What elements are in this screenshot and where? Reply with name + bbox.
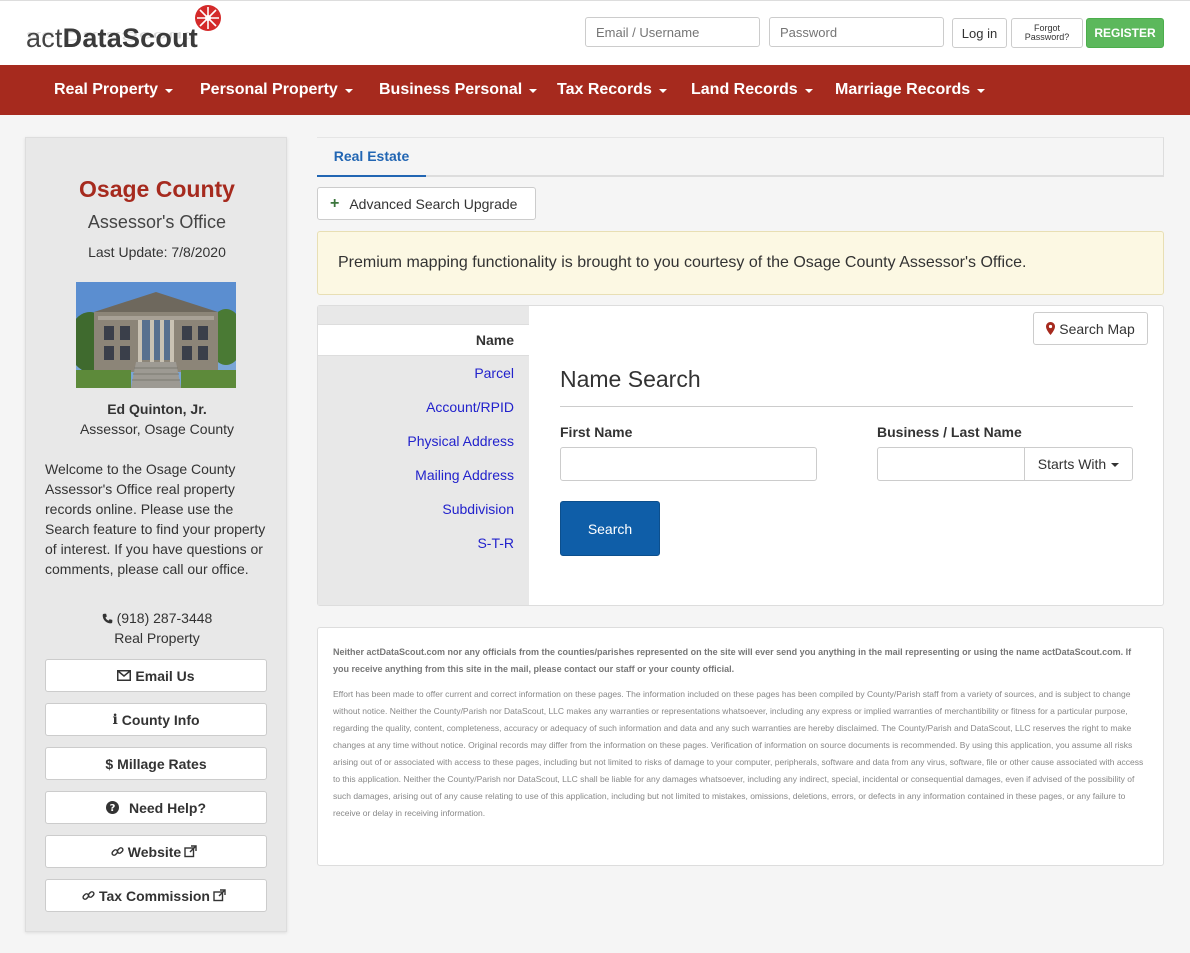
form-title: Name Search	[560, 366, 701, 392]
button-label: Email Us	[135, 667, 195, 684]
nav-real-property[interactable]: Real Property	[54, 65, 174, 115]
search-button[interactable]: Search	[560, 501, 660, 556]
nav-label: Real Property	[54, 81, 159, 98]
tabs-bar	[317, 137, 1164, 175]
external-link-icon	[184, 845, 197, 858]
first-name-input[interactable]	[560, 447, 817, 481]
info-icon: i	[112, 711, 118, 728]
nav-personal-property[interactable]: Personal Property	[200, 65, 353, 115]
button-label: County Info	[121, 711, 200, 728]
assessor-name: Ed Quinton, Jr.	[107, 401, 207, 417]
tab-real-estate[interactable]: Real Estate	[317, 137, 426, 177]
main-navbar: Real Property Personal Property Business…	[0, 65, 1190, 115]
envelope-icon	[117, 670, 132, 681]
external-link-icon	[213, 889, 226, 902]
tax-commission-button[interactable]: Tax Commission	[45, 879, 267, 912]
caret-down-icon	[977, 89, 986, 93]
phone-number[interactable]: (918) 287-3448	[26, 610, 288, 626]
link-icon	[82, 889, 95, 902]
button-label: Need Help?	[128, 799, 206, 816]
premium-mapping-alert: Premium mapping functionality is brought…	[317, 231, 1164, 295]
register-button[interactable]: REGISTER	[1086, 18, 1164, 48]
welcome-text: Welcome to the Osage County Assessor's O…	[45, 461, 266, 577]
search-tab-mailing-address[interactable]: Mailing Address	[318, 459, 529, 491]
phone-text: (918) 287-3448	[116, 610, 213, 626]
phone-icon	[102, 613, 112, 624]
button-label: Advanced Search Upgrade	[349, 195, 518, 212]
email-input[interactable]	[585, 17, 760, 47]
search-map-button[interactable]: Search Map	[1033, 312, 1148, 345]
button-label: Millage Rates	[117, 755, 207, 772]
phone-label: Real Property	[114, 630, 200, 646]
millage-rates-button[interactable]: $ Millage Rates	[45, 747, 267, 780]
advanced-search-upgrade-button[interactable]: + Advanced Search Upgrade	[317, 187, 536, 220]
alert-text: Premium mapping functionality is brought…	[338, 254, 1027, 271]
last-name-input[interactable]	[877, 447, 1025, 481]
button-label: Search Map	[1059, 320, 1135, 337]
form-divider	[560, 406, 1133, 407]
actdatascout-logo[interactable]: actDataScout actDataScout	[26, 5, 226, 59]
caret-down-icon	[804, 89, 813, 93]
county-name: Osage County	[79, 176, 235, 202]
record-type-tabs: Real Estate	[317, 137, 1164, 177]
last-name-label: Business / Last Name	[877, 424, 1022, 440]
logo-burst-icon	[195, 5, 221, 31]
forgot-line2: Password?	[1024, 32, 1070, 42]
header: actDataScout actDataScout Log in ForgotP…	[0, 0, 1190, 65]
search-type-tabs: Name Parcel Account/RPID Physical Addres…	[318, 306, 529, 605]
svg-text:?: ?	[110, 803, 116, 814]
email-us-button[interactable]: Email Us	[45, 659, 267, 692]
website-button[interactable]: Website	[45, 835, 267, 868]
nav-marriage-records[interactable]: Marriage Records	[835, 65, 986, 115]
caret-down-icon	[165, 89, 174, 93]
nav-label: Personal Property	[200, 81, 338, 98]
search-tab-physical-address[interactable]: Physical Address	[318, 425, 529, 457]
need-help-button[interactable]: ? Need Help?	[45, 791, 267, 824]
dollar-icon: $	[105, 755, 114, 772]
first-name-label: First Name	[560, 424, 633, 440]
starts-with-dropdown[interactable]: Starts With	[1024, 447, 1133, 481]
nav-label: Marriage Records	[835, 81, 971, 98]
forgot-password-button[interactable]: Forgot Password?	[1011, 18, 1083, 48]
logo-reflection: actDataScout	[26, 29, 191, 44]
caret-down-icon	[529, 89, 538, 93]
nav-label: Tax Records	[557, 81, 652, 98]
disclaimer-mail-notice: Neither actDataScout.com nor any officia…	[333, 647, 1132, 674]
map-marker-icon	[1046, 322, 1056, 335]
search-tab-account-rpid[interactable]: Account/RPID	[318, 391, 529, 423]
county-info-button[interactable]: i County Info	[45, 703, 267, 736]
caret-down-icon	[1111, 463, 1120, 467]
search-panel: Name Parcel Account/RPID Physical Addres…	[317, 305, 1164, 606]
nav-land-records[interactable]: Land Records	[691, 65, 813, 115]
assessor-title: Assessor, Osage County	[79, 421, 235, 437]
question-icon: ?	[105, 801, 119, 814]
button-label: Website	[127, 843, 182, 860]
search-tab-name[interactable]: Name	[318, 324, 529, 356]
county-sidebar: Osage County Assessor's Office Last Upda…	[25, 137, 287, 932]
courthouse-image	[76, 282, 236, 388]
caret-down-icon	[658, 89, 667, 93]
last-update: Last Update: 7/8/2020	[88, 244, 226, 260]
search-tab-subdivision[interactable]: Subdivision	[318, 493, 529, 525]
plus-icon: +	[330, 194, 340, 212]
search-tab-parcel[interactable]: Parcel	[318, 357, 529, 389]
nav-label: Land Records	[691, 81, 798, 98]
link-icon	[111, 845, 124, 858]
button-label: Tax Commission	[99, 887, 210, 904]
nav-business-personal[interactable]: Business Personal	[379, 65, 538, 115]
password-input[interactable]	[769, 17, 944, 47]
caret-down-icon	[344, 89, 353, 93]
disclaimer-panel: Neither actDataScout.com nor any officia…	[317, 627, 1164, 866]
login-button[interactable]: Log in	[952, 18, 1007, 48]
nav-label: Business Personal	[379, 81, 523, 98]
nav-tax-records[interactable]: Tax Records	[557, 65, 667, 115]
office-name: Assessor's Office	[87, 212, 227, 232]
dropdown-label: Starts With	[1037, 456, 1107, 472]
search-tab-str[interactable]: S-T-R	[318, 527, 529, 559]
disclaimer-body: Effort has been made to offer current an…	[333, 689, 1144, 818]
